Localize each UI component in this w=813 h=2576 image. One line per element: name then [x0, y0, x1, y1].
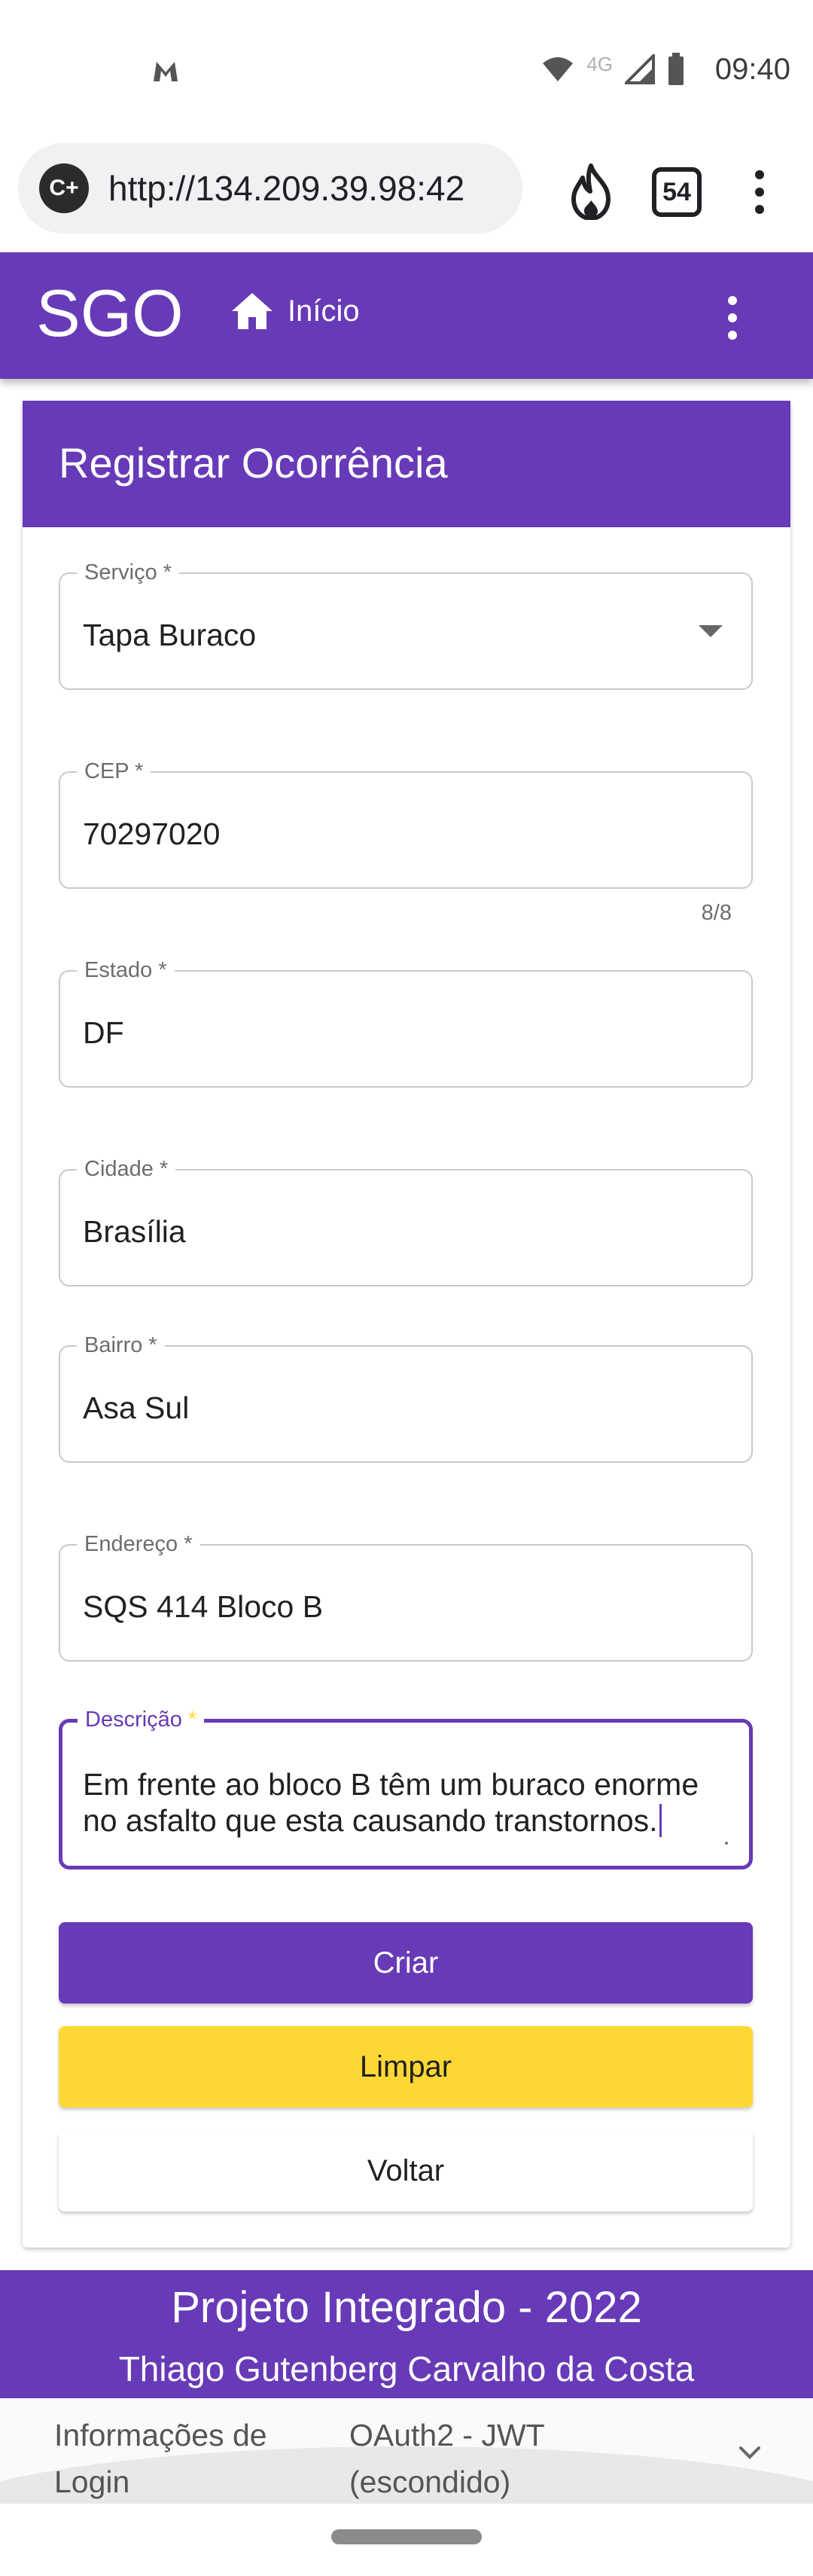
home-gesture-pill[interactable]: [331, 2529, 482, 2544]
menu-dot-icon: [728, 296, 737, 305]
site-info-icon[interactable]: C+: [39, 163, 89, 213]
signal-icon: [625, 54, 655, 84]
address-bar[interactable]: C+ http://134.209.39.98:42: [18, 143, 522, 233]
estado-input[interactable]: Estado * DF: [59, 958, 753, 1088]
site-icon-text: C+: [49, 175, 79, 200]
estado-label: Estado *: [77, 958, 175, 983]
descricao-label-text: Descrição: [85, 1708, 182, 1732]
app-menu-button[interactable]: [721, 293, 744, 343]
back-button-label: Voltar: [367, 2153, 445, 2187]
form-title: Registrar Ocorrência: [59, 439, 448, 487]
cep-char-count: 8/8: [701, 901, 732, 925]
wifi-icon: [543, 57, 574, 81]
status-icons: 4G: [541, 53, 685, 86]
flame-icon[interactable]: [565, 163, 617, 220]
menu-dot-icon: [728, 331, 737, 340]
bairro-label: Bairro *: [77, 1333, 165, 1358]
app-toolbar: SGO Início: [0, 252, 813, 379]
home-icon: [232, 293, 273, 329]
browser-menu-button[interactable]: [748, 166, 771, 218]
home-link[interactable]: Início: [230, 291, 360, 331]
malwarebytes-notification-icon: [154, 62, 178, 81]
cep-label: CEP *: [77, 759, 151, 784]
cidade-input[interactable]: Cidade * Brasília: [59, 1157, 753, 1286]
resize-handle-icon[interactable]: [725, 1842, 728, 1845]
estado-value: DF: [83, 1015, 124, 1050]
menu-dot-icon: [755, 170, 764, 179]
tab-switcher-button[interactable]: 54: [652, 167, 702, 217]
endereco-input[interactable]: Endereço * SQS 414 Bloco B: [59, 1532, 753, 1662]
descricao-value-wrap: Em frente ao bloco B têm um buraco enorm…: [83, 1766, 730, 1839]
required-mark: *: [188, 1708, 197, 1732]
cep-input[interactable]: CEP * 70297020: [59, 759, 753, 889]
network-type-label: 4G: [586, 52, 613, 75]
footer-author: Thiago Gutenberg Carvalho da Costa: [118, 2349, 695, 2388]
chevron-down-icon[interactable]: [736, 2439, 763, 2466]
descricao-textarea[interactable]: Descrição * Em frente ao bloco B têm um …: [59, 1708, 753, 1869]
service-value: Tapa Buraco: [83, 618, 257, 652]
card-header: Registrar Ocorrência: [23, 401, 790, 527]
back-button[interactable]: Voltar: [59, 2130, 753, 2211]
status-bar: 4G 09:40: [0, 0, 813, 143]
home-label: Início: [288, 294, 360, 328]
browser-toolbar: C+ http://134.209.39.98:42 54: [0, 136, 813, 252]
dropdown-arrow-icon[interactable]: [699, 625, 723, 637]
status-time: 09:40: [714, 53, 790, 86]
menu-dot-icon: [755, 205, 764, 214]
login-info-line1: Informações de: [54, 2418, 267, 2452]
cep-value: 70297020: [83, 816, 221, 851]
create-button-label: Criar: [373, 1946, 439, 1979]
create-button[interactable]: Criar: [59, 1922, 753, 2004]
footer-project: Projeto Integrado - 2022: [171, 2283, 642, 2332]
url-text[interactable]: http://134.209.39.98:42: [108, 168, 464, 209]
descricao-value: Em frente ao bloco B têm um buraco enorm…: [83, 1767, 699, 1838]
footer: Projeto Integrado - 2022 Thiago Gutenber…: [0, 2270, 813, 2398]
occurrence-form-card: Registrar Ocorrência Serviço * Tapa Bura…: [23, 401, 790, 2248]
bairro-input[interactable]: Bairro * Asa Sul: [59, 1333, 753, 1463]
login-info-title: Informações de Login: [54, 2412, 267, 2504]
login-info-value: OAuth2 - JWT (escondido): [349, 2412, 545, 2504]
endereco-value: SQS 414 Bloco B: [83, 1589, 324, 1624]
bairro-value: Asa Sul: [83, 1390, 190, 1425]
cidade-value: Brasília: [83, 1214, 186, 1249]
menu-dot-icon: [755, 188, 764, 197]
menu-dot-icon: [728, 313, 737, 322]
login-info-panel[interactable]: Informações de Login OAuth2 - JWT (escon…: [0, 2398, 813, 2504]
clear-button[interactable]: Limpar: [59, 2026, 753, 2107]
service-select[interactable]: Serviço * Tapa Buraco: [59, 560, 753, 690]
endereco-label: Endereço *: [77, 1532, 200, 1557]
auth-state: (escondido): [349, 2465, 511, 2499]
clear-button-label: Limpar: [359, 2050, 452, 2083]
cidade-label: Cidade *: [77, 1157, 176, 1182]
tab-count: 54: [662, 177, 691, 206]
system-navigation-bar: [0, 2504, 813, 2576]
descricao-label: Descrição *: [78, 1708, 205, 1732]
login-info-line2: Login: [54, 2465, 130, 2499]
app-title[interactable]: SGO: [36, 275, 184, 352]
auth-method: OAuth2 - JWT: [349, 2418, 545, 2452]
text-caret: [659, 1804, 662, 1837]
service-label: Serviço *: [77, 560, 180, 585]
battery-icon: [668, 53, 684, 85]
